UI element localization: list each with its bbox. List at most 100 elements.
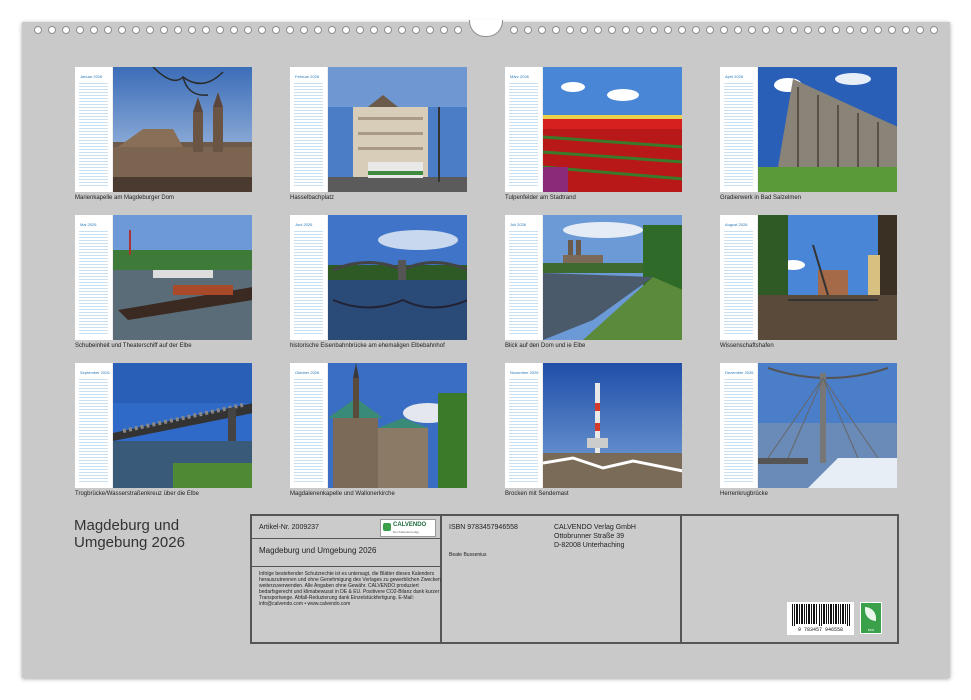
month-photo [112, 363, 252, 488]
month-name: Juni 2026 [295, 222, 313, 227]
month-name: Oktober 2026 [295, 370, 320, 375]
leaf-icon [865, 607, 876, 621]
binding-hole [328, 26, 336, 34]
calendar-page: April 2026 [720, 67, 758, 192]
binding-hole [524, 26, 532, 34]
binding-hole [874, 26, 882, 34]
binding-hole [748, 26, 756, 34]
binding-hole [720, 26, 728, 34]
calendar-page: Februar 2026 [290, 67, 328, 192]
calendar-page: Mai 2026 [75, 215, 113, 340]
product-info-box: Artikel-Nr. 2009237 CALVENDO Der Kalende… [250, 514, 899, 644]
month-name: März 2026 [510, 74, 529, 79]
month-photo [112, 215, 252, 340]
binding-hole [104, 26, 112, 34]
month-photo [757, 67, 897, 192]
binding-hole [230, 26, 238, 34]
month-name: Dezember 2026 [725, 370, 754, 375]
photo-caption: Schubeinheit und Theaterschiff auf der E… [75, 343, 192, 349]
photo-caption: Marienkapelle am Magdeburger Dom [75, 195, 175, 201]
binding-hole [454, 26, 462, 34]
binding-hole [146, 26, 154, 34]
photo-caption: Herrenkrugbrücke [720, 491, 769, 497]
binding-hole [356, 26, 364, 34]
binding-hole [188, 26, 196, 34]
product-title: Magdeburg und Umgebung 2026 [259, 546, 377, 555]
publisher-street: Ottobrunner Straße 39 [554, 533, 625, 540]
calendar-page: August 2026 [720, 215, 758, 340]
month-photo [757, 215, 897, 340]
calendar-page: Juli 2026 [505, 215, 543, 340]
binding-hole [202, 26, 210, 34]
month-name: August 2026 [725, 222, 748, 227]
photo-caption: Hasselbachplatz [290, 195, 335, 201]
photo-caption: Tulpenfelder am Stadtrand [505, 195, 576, 201]
binding-hole [174, 26, 182, 34]
calendar-page: September 2026 [75, 363, 113, 488]
binding-hole [48, 26, 56, 34]
binding-hole [664, 26, 672, 34]
binding-hole [384, 26, 392, 34]
binding-hole [790, 26, 798, 34]
month-name: Mai 2026 [80, 222, 97, 227]
binding-hole [706, 26, 714, 34]
binding-hole [300, 26, 308, 34]
binding-hole [692, 26, 700, 34]
month-photo [757, 363, 897, 488]
binding-hole [216, 26, 224, 34]
calendar-page: Januar 2026 [75, 67, 113, 192]
publisher-name: CALVENDO Verlag GmbH [554, 524, 636, 531]
binding-hole [846, 26, 854, 34]
binding-hole [552, 26, 560, 34]
binding-hole [622, 26, 630, 34]
calendar-page: Dezember 2026 [720, 363, 758, 488]
binding-hole [636, 26, 644, 34]
binding-hole [132, 26, 140, 34]
binding-hole [818, 26, 826, 34]
calendar-page: Juni 2026 [290, 215, 328, 340]
binding-hole [398, 26, 406, 34]
binding-hole [118, 26, 126, 34]
binding-hole [286, 26, 294, 34]
logo-mark-icon [383, 523, 391, 531]
month-name: Juli 2026 [510, 222, 527, 227]
author-name: Beate Bussenius [449, 552, 487, 558]
photo-caption: Blick auf den Dom und ie Elbe [505, 343, 586, 349]
binding-hole [916, 26, 924, 34]
calendar-page: November 2026 [505, 363, 543, 488]
binding-hole [832, 26, 840, 34]
isbn: ISBN 9783457946558 [449, 524, 518, 531]
binding-hole [608, 26, 616, 34]
binding-hole [34, 26, 42, 34]
photo-caption: Trogbrücke/Wasserstraßenkreuz über die E… [75, 491, 199, 497]
binding-hole [762, 26, 770, 34]
month-name: November 2026 [510, 370, 539, 375]
month-name: Januar 2026 [80, 74, 103, 79]
eco-badge: eco [860, 602, 882, 634]
calvendo-logo: CALVENDO Der Kalenderverlag [380, 519, 436, 537]
photo-caption: Magdalenenkapelle und Wallonerkirche [290, 491, 395, 497]
binding-hole [314, 26, 322, 34]
calendar-page: März 2026 [505, 67, 543, 192]
binding-hole [594, 26, 602, 34]
month-name: Februar 2026 [295, 74, 320, 79]
binding-hole [860, 26, 868, 34]
binding-hole [62, 26, 70, 34]
binding-hole [930, 26, 938, 34]
binding-hole [776, 26, 784, 34]
photo-caption: Wissenschaftshafen [720, 343, 774, 349]
binding-hole [258, 26, 266, 34]
month-photo [542, 67, 682, 192]
month-name: April 2026 [725, 74, 744, 79]
article-number: Artikel-Nr. 2009237 [259, 524, 319, 531]
legal-notice: Infolge bestehender Schutzrechte ist es … [259, 571, 441, 607]
month-photo [327, 363, 467, 488]
calendar-title: Magdeburg und Umgebung 2026 [74, 517, 185, 551]
binding-hole [440, 26, 448, 34]
publisher-city: D-82008 Unterhaching [554, 542, 625, 549]
photo-caption: historische Eisenbahnbrücke am ehemalige… [290, 343, 445, 349]
binding-hole [734, 26, 742, 34]
binding-hole [650, 26, 658, 34]
month-photo [112, 67, 252, 192]
binding-hole [804, 26, 812, 34]
